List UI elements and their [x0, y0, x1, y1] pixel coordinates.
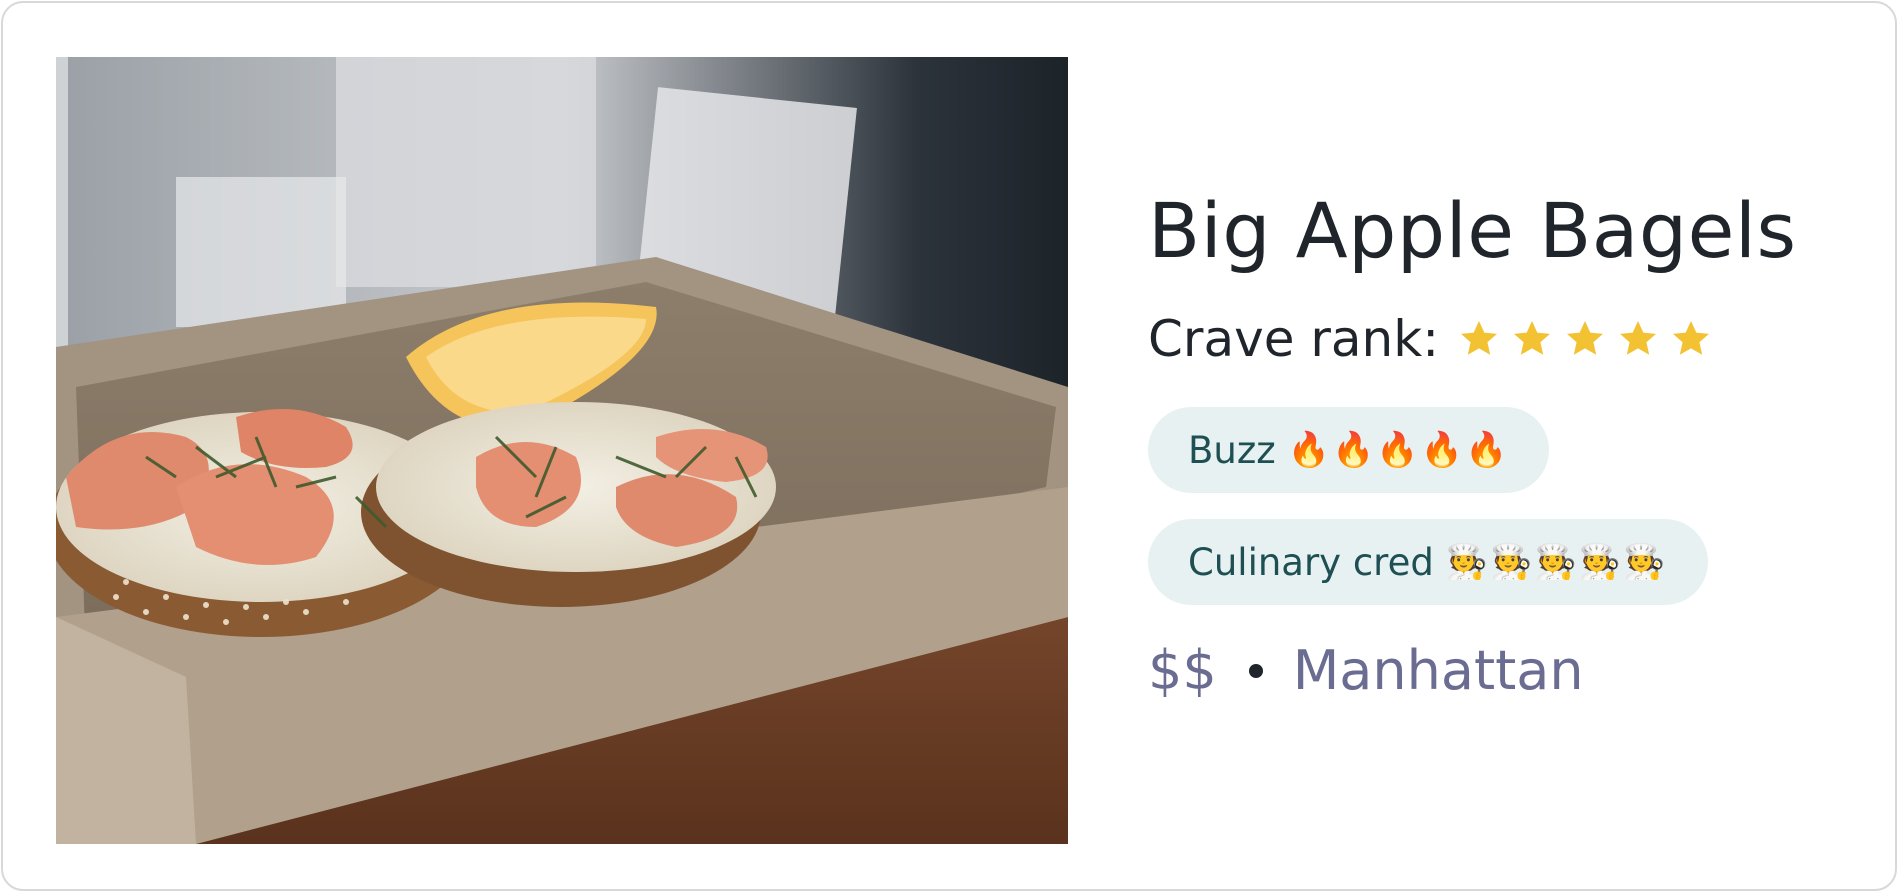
restaurant-photo: [56, 57, 1068, 844]
star-rating: [1457, 317, 1722, 361]
star-icon: [1461, 321, 1498, 355]
buzz-badge: Buzz 🔥🔥🔥🔥🔥: [1148, 407, 1550, 493]
crave-rank-label: Crave rank:: [1148, 310, 1440, 368]
star-icon: [1620, 321, 1657, 355]
crave-rank: Crave rank:: [1148, 307, 1868, 371]
separator-dot: [1248, 663, 1263, 678]
price-level: $$: [1148, 639, 1217, 702]
star-icon: [1567, 321, 1604, 355]
neighborhood: Manhattan: [1292, 639, 1584, 702]
chef-icons: 🧑‍🍳🧑‍🍳🧑‍🍳🧑‍🍳🧑‍🍳: [1445, 542, 1668, 582]
restaurant-meta: $$ Manhattan: [1148, 639, 1868, 702]
restaurant-info: Big Apple Bagels Crave rank: Buzz 🔥🔥🔥🔥🔥 …: [1148, 183, 1868, 702]
restaurant-card[interactable]: Big Apple Bagels Crave rank: Buzz 🔥🔥🔥🔥🔥 …: [1, 1, 1897, 891]
fire-icons: 🔥🔥🔥🔥🔥: [1287, 430, 1510, 470]
restaurant-name: Big Apple Bagels: [1148, 186, 1797, 275]
star-icon: [1514, 321, 1551, 355]
buzz-label: Buzz: [1188, 428, 1276, 472]
star-icon: [1673, 321, 1710, 355]
culinary-cred-badge: Culinary cred 🧑‍🍳🧑‍🍳🧑‍🍳🧑‍🍳🧑‍🍳: [1148, 519, 1708, 605]
culinary-cred-label: Culinary cred: [1188, 540, 1434, 584]
